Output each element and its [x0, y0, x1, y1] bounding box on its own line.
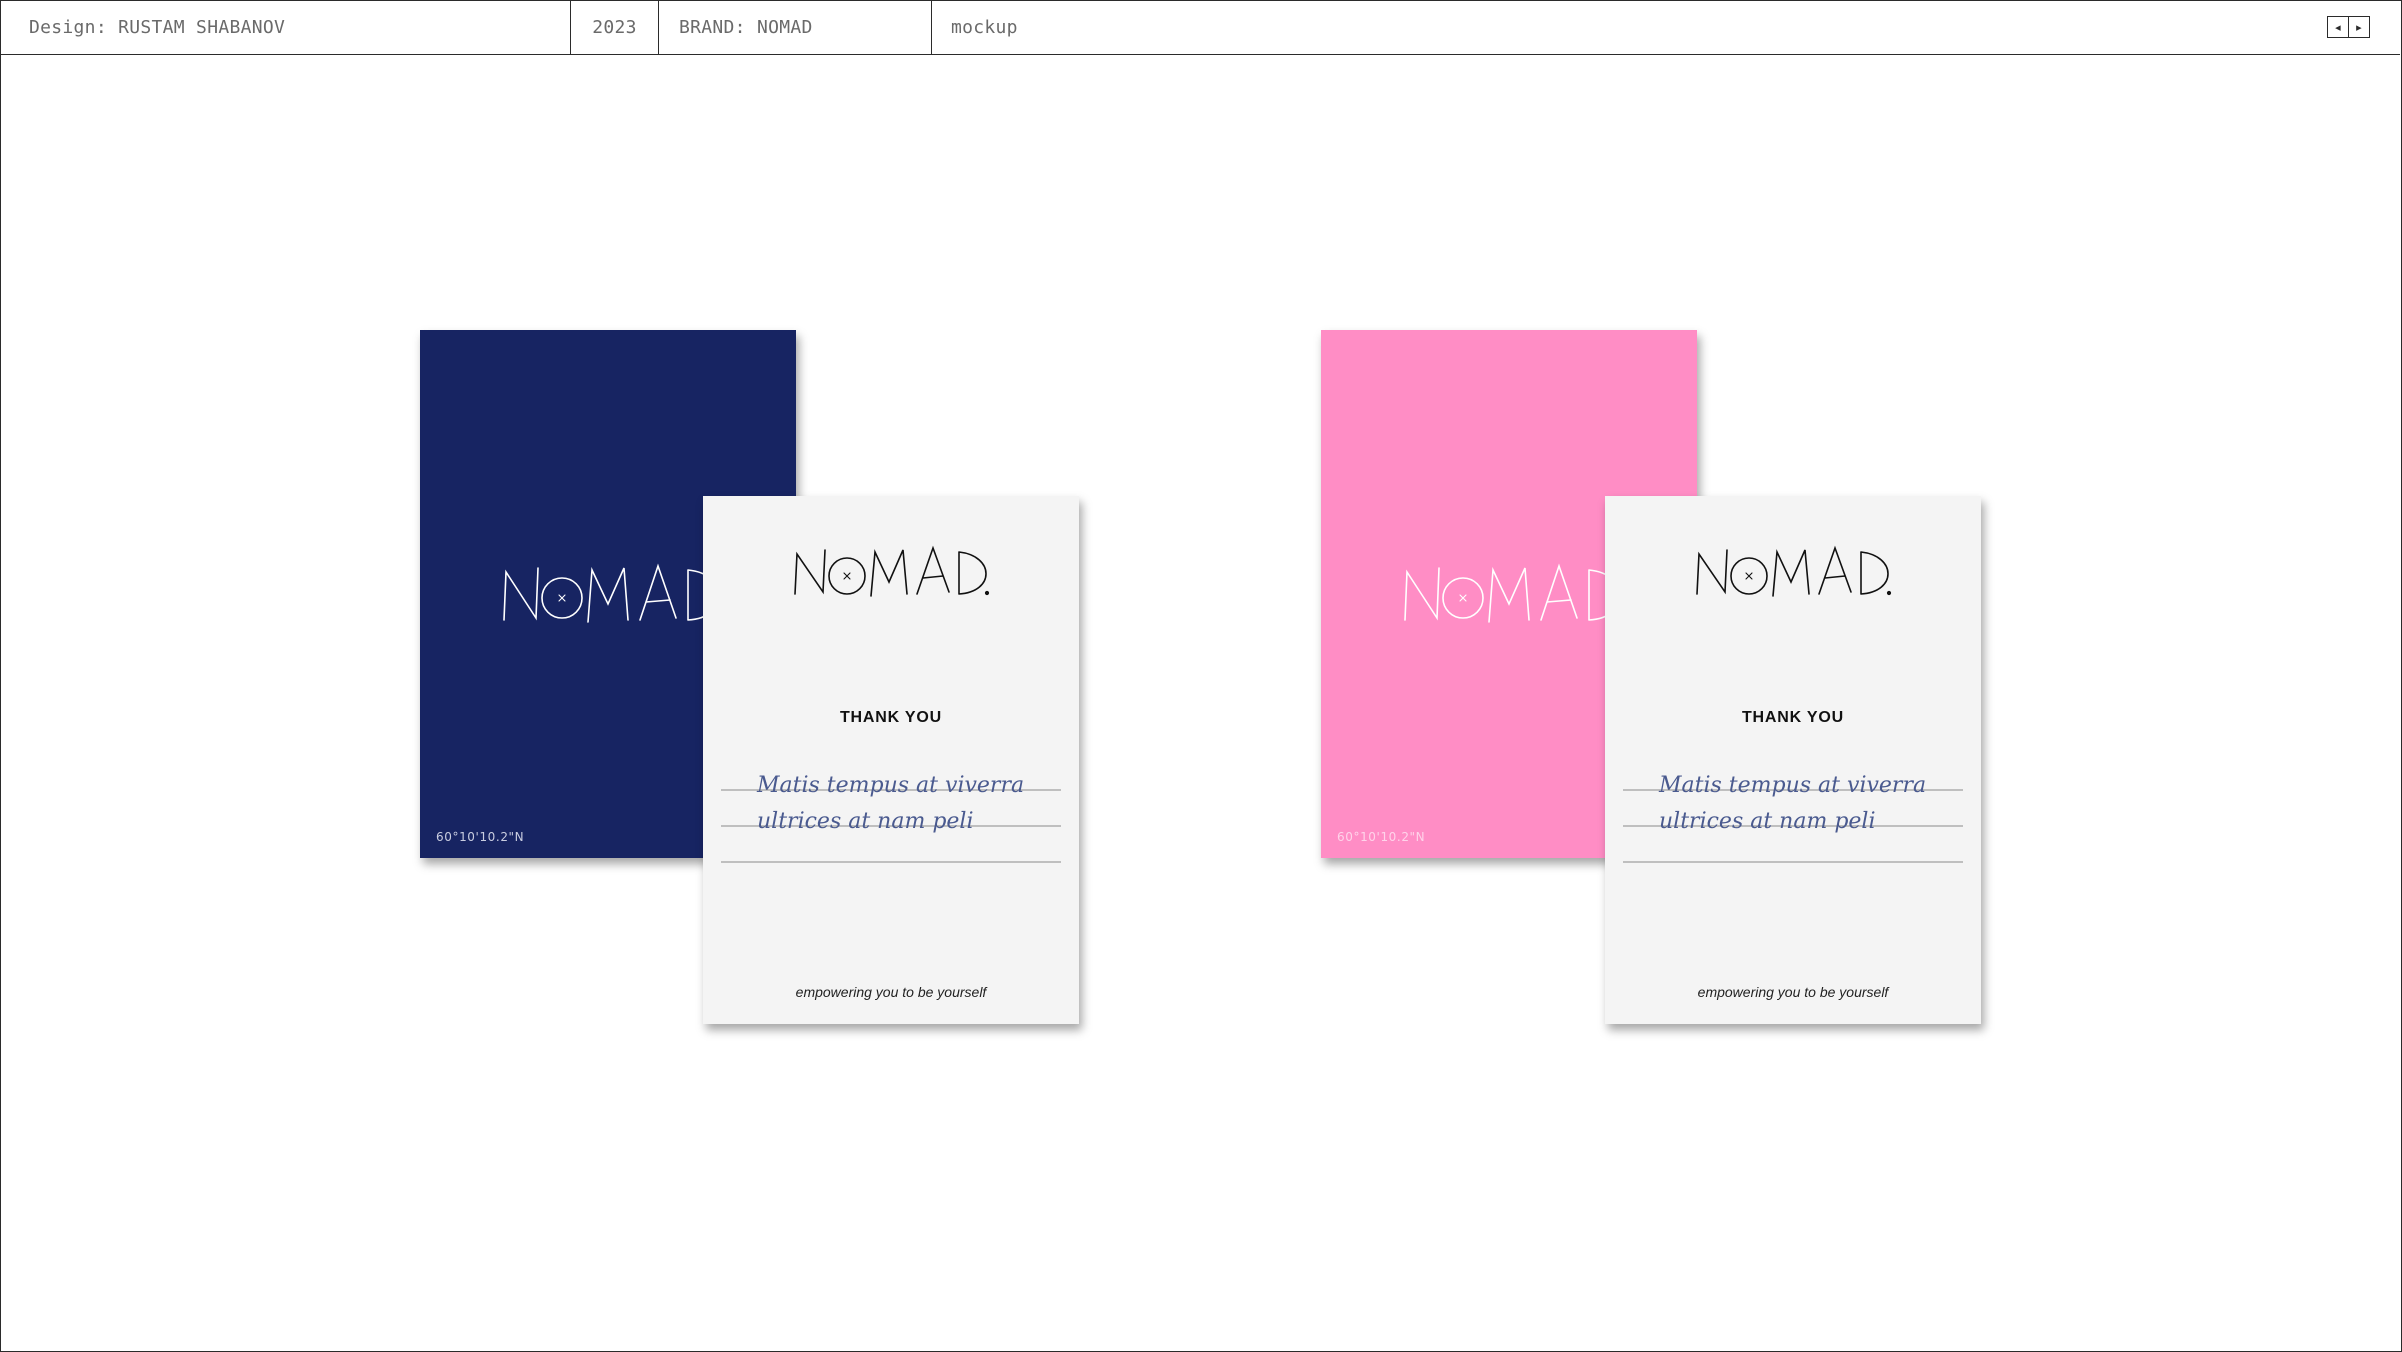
- nav-controls: ◂ ▸: [2327, 16, 2370, 38]
- nomad-logo: [503, 563, 720, 623]
- handwriting-line-1: Matis tempus at viverra: [1658, 773, 1926, 798]
- year-label: 2023: [571, 0, 659, 54]
- thank-you-card-2: THANK YOU Matis tempus at viverra ultric…: [1605, 496, 1981, 1024]
- tagline: empowering you to be yourself: [795, 984, 987, 1000]
- handwritten-note: Matis tempus at viverra ultrices at nam …: [1623, 773, 1963, 863]
- handwriting-line-2: ultrices at nam peli: [757, 809, 974, 834]
- card-title: THANK YOU: [839, 709, 943, 726]
- coordinates-text: 60°10'10.2"N: [436, 830, 525, 844]
- top-bar: Design: RUSTAM SHABANOV 2023 BRAND: NOMA…: [0, 0, 2400, 55]
- card-title: THANK YOU: [1741, 709, 1845, 726]
- next-icon[interactable]: ▸: [2348, 17, 2369, 37]
- page-frame: [0, 0, 2402, 1352]
- nomad-logo: [794, 545, 990, 597]
- nomad-logo: [1404, 563, 1621, 623]
- thank-you-card-1: THANK YOU Matis tempus at viverra ultric…: [703, 496, 1079, 1024]
- tagline: empowering you to be yourself: [1697, 984, 1889, 1000]
- handwritten-note: Matis tempus at viverra ultrices at nam …: [721, 773, 1061, 863]
- designer-credit: Design: RUSTAM SHABANOV: [0, 0, 571, 54]
- section-label: mockup: [951, 16, 1018, 38]
- nomad-logo: [1696, 545, 1892, 597]
- prev-icon[interactable]: ◂: [2328, 17, 2348, 37]
- handwriting-line-2: ultrices at nam peli: [1659, 809, 1876, 834]
- handwriting-line-1: Matis tempus at viverra: [756, 773, 1024, 798]
- brand-label: BRAND: NOMAD: [659, 0, 932, 54]
- coordinates-text: 60°10'10.2"N: [1337, 830, 1426, 844]
